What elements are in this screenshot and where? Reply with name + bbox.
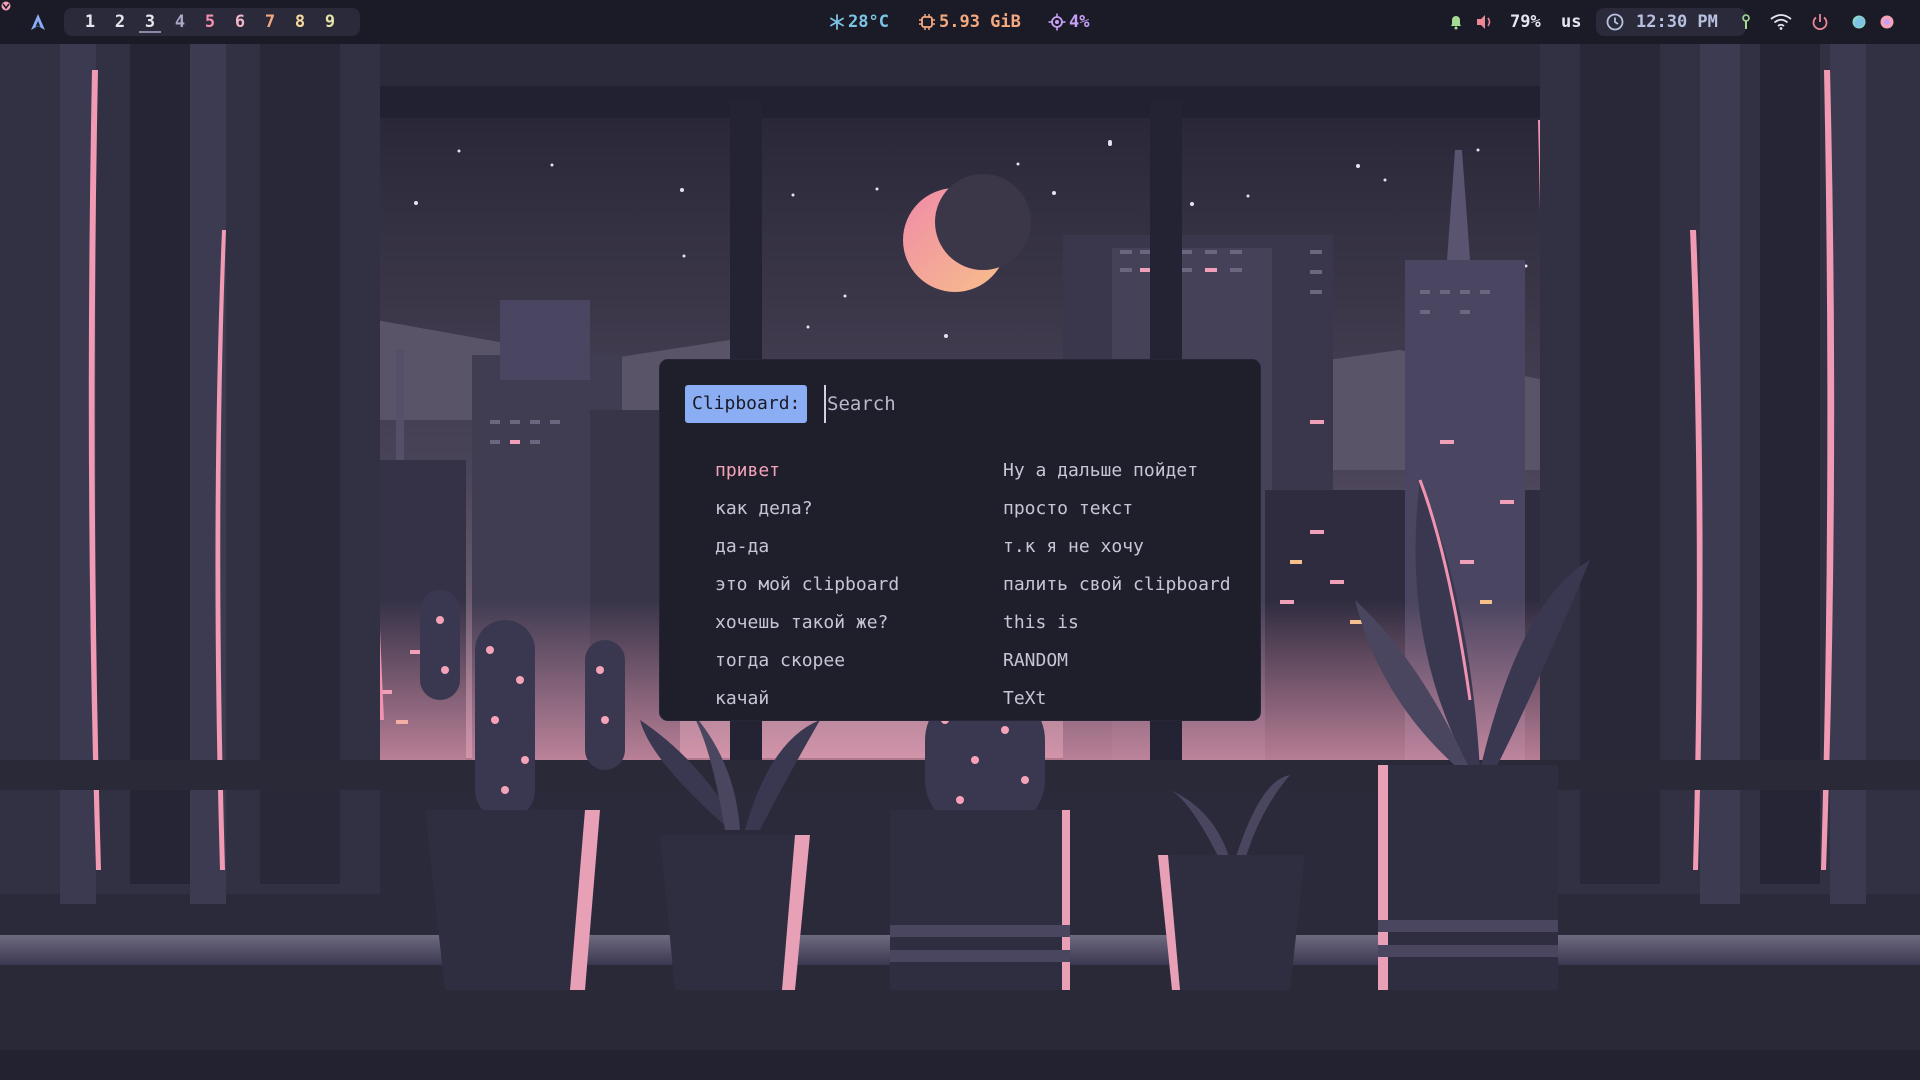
clipboard-entry[interactable]: качай bbox=[715, 687, 769, 711]
speaker-icon[interactable] bbox=[1476, 14, 1494, 30]
clipboard-entry[interactable]: как дела? bbox=[715, 497, 813, 521]
search-input[interactable]: Search bbox=[824, 385, 896, 423]
clipboard-entry[interactable]: просто текст bbox=[1003, 497, 1133, 521]
clipboard-entry[interactable]: да-да bbox=[715, 535, 769, 559]
wifi-icon[interactable] bbox=[1770, 14, 1792, 30]
notification-bell-icon[interactable] bbox=[1448, 14, 1464, 30]
workspace-5[interactable]: 5 bbox=[199, 11, 221, 33]
clipboard-entry[interactable]: RANDOM bbox=[1003, 649, 1068, 673]
workspace-7[interactable]: 7 bbox=[259, 11, 281, 33]
cpu-icon bbox=[1048, 13, 1066, 31]
keyboard-layout[interactable]: us bbox=[1561, 11, 1581, 33]
workspace-1[interactable]: 1 bbox=[79, 11, 101, 33]
workspace-2[interactable]: 2 bbox=[109, 11, 131, 33]
clock[interactable]: 12:30 PM bbox=[1596, 8, 1746, 36]
workspace-3[interactable]: 3 bbox=[139, 11, 161, 33]
app-badge-icon bbox=[1, 1, 11, 11]
workspace-4[interactable]: 4 bbox=[169, 11, 191, 33]
top-bar: 1 2 3 4 5 6 7 8 9 28°C 5.93 GiB 4% 79% u… bbox=[0, 0, 1920, 44]
clipboard-entry[interactable]: тогда скорее bbox=[715, 649, 845, 673]
clipboard-launcher: Clipboard: Search привет как дела? да-да… bbox=[660, 360, 1260, 720]
clipboard-entry[interactable]: TeXt bbox=[1003, 687, 1046, 711]
clock-icon bbox=[1606, 13, 1624, 31]
memory-value: 5.93 GiB bbox=[939, 12, 1021, 32]
volume-value[interactable]: 79% bbox=[1510, 11, 1541, 33]
clipboard-entry[interactable]: это мой clipboard bbox=[715, 573, 899, 597]
clipboard-entry[interactable]: Ну а дальше пойдет bbox=[1003, 459, 1198, 483]
lock-icon[interactable] bbox=[1741, 14, 1751, 30]
clipboard-entry[interactable]: привет bbox=[715, 459, 780, 483]
workspace-8[interactable]: 8 bbox=[289, 11, 311, 33]
workspace-9[interactable]: 9 bbox=[319, 11, 341, 33]
firefox-icon[interactable] bbox=[1852, 15, 1866, 29]
clipboard-prompt-label: Clipboard: bbox=[685, 385, 808, 423]
cpu-value: 4% bbox=[1069, 12, 1090, 32]
workspace-6[interactable]: 6 bbox=[229, 11, 251, 33]
snowflake-icon bbox=[830, 14, 844, 30]
arch-logo-icon[interactable] bbox=[28, 12, 48, 32]
color-picker-icon[interactable] bbox=[1880, 15, 1894, 29]
clipboard-entry[interactable]: т.к я не хочу bbox=[1003, 535, 1144, 559]
clipboard-entry[interactable]: палить свой clipboard bbox=[1003, 573, 1231, 597]
clipboard-entry[interactable]: this is bbox=[1003, 611, 1079, 635]
power-icon[interactable] bbox=[1811, 13, 1829, 31]
clock-time: 12:30 PM bbox=[1636, 12, 1718, 32]
temperature-value: 28°C bbox=[848, 12, 889, 32]
workspace-switcher: 1 2 3 4 5 6 7 8 9 bbox=[64, 8, 360, 36]
clipboard-entry[interactable]: хочешь такой же? bbox=[715, 611, 888, 635]
chip-icon bbox=[919, 14, 935, 30]
